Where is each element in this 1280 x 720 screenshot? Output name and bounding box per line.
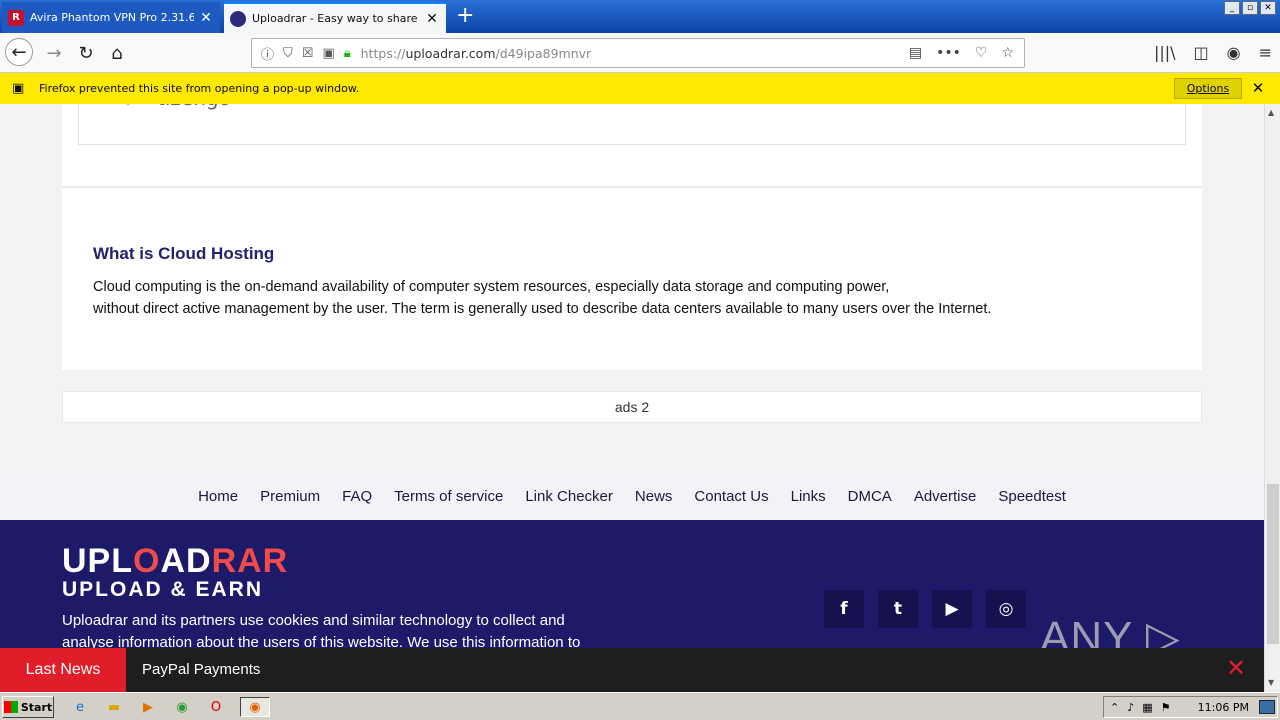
minimize-button[interactable]: _	[1224, 1, 1240, 15]
popup-blocked-icon[interactable]: ▣	[322, 46, 334, 61]
ticker-item[interactable]: PayPal Payments	[142, 661, 260, 678]
menu-link-speedtest[interactable]: Speedtest	[998, 488, 1066, 505]
youtube-icon[interactable]: ▶	[932, 590, 972, 628]
news-ticker: Last News PayPal Payments ✕	[0, 648, 1264, 692]
lock-icon: 🔒︎	[343, 45, 351, 61]
menu-icon[interactable]: ≡	[1259, 43, 1272, 62]
home-button[interactable]: ⌂	[103, 39, 131, 67]
scroll-thumb[interactable]	[1267, 484, 1279, 644]
new-tab-button[interactable]: +	[456, 4, 474, 28]
menu-link-links[interactable]: Links	[791, 488, 826, 505]
close-ticker-icon[interactable]: ✕	[1226, 654, 1246, 682]
page-actions-icon[interactable]: •••	[936, 45, 961, 61]
maximize-button[interactable]: ▫	[1242, 1, 1258, 15]
media-player-icon[interactable]: ▶	[138, 697, 158, 717]
windows-taskbar: Start e ▬ ▶ ◉ O ◉ ⌃ ♪ ▦ ⚑ 11:06 PM	[0, 692, 1280, 720]
menu-link-premium[interactable]: Premium	[260, 488, 320, 505]
facebook-icon[interactable]: f	[824, 590, 864, 628]
page-viewport: ✷ tizengo tizengo What is Cloud Hosting …	[0, 104, 1264, 692]
tray-expand-icon[interactable]: ⌃	[1110, 701, 1119, 714]
scroll-up-icon[interactable]: ▲	[1268, 108, 1274, 117]
ticker-label: Last News	[0, 648, 126, 692]
popup-blocked-icon: ▣	[12, 81, 25, 96]
pocket-icon[interactable]: ♡	[975, 45, 988, 61]
tab-uploadrar[interactable]: Uploadrar - Easy way to share yo ✕	[224, 2, 446, 33]
section-title: What is Cloud Hosting	[93, 244, 275, 263]
partner-card: ✷ tizengo tizengo	[62, 104, 1202, 186]
account-icon[interactable]: ◉	[1227, 43, 1241, 62]
back-button[interactable]: ←	[5, 38, 33, 66]
brand-logo[interactable]: UPLOADRAR	[62, 542, 288, 581]
partner-logo-large[interactable]: tizengo	[157, 104, 231, 110]
tab-title: Avira Phantom VPN Pro 2.31.6.20	[30, 11, 194, 24]
partner-logo-small[interactable]: ✷ tizengo	[93, 104, 137, 106]
library-icon[interactable]: |||\	[1154, 43, 1176, 62]
info-icon[interactable]: ⓘ	[261, 44, 274, 63]
url-text[interactable]: https://uploadrar.com/d49ipa89mnvr	[361, 46, 909, 61]
twitter-icon[interactable]: t	[878, 590, 918, 628]
tab-bar: R Avira Phantom VPN Pro 2.31.6.20 ✕ Uplo…	[0, 0, 1280, 33]
reader-view-icon[interactable]: ▤	[909, 45, 922, 61]
menu-link-faq[interactable]: FAQ	[342, 488, 372, 505]
options-button[interactable]: Options	[1174, 78, 1242, 99]
ie-icon[interactable]: e	[70, 697, 90, 717]
close-tab-icon[interactable]: ✕	[198, 10, 214, 26]
firefox-icon[interactable]: ◉	[240, 697, 270, 717]
system-tray: ⌃ ♪ ▦ ⚑ 11:06 PM	[1103, 696, 1278, 718]
start-button[interactable]: Start	[2, 696, 54, 718]
ads-slot[interactable]: ads 2	[62, 391, 1202, 423]
show-desktop-icon[interactable]	[1259, 700, 1275, 714]
nav-bar: ← → ↻ ⌂ ⓘ ⛉ ☒ ▣ 🔒︎ https://uploadrar.com…	[0, 33, 1280, 73]
bookmark-star-icon[interactable]: ☆	[1001, 45, 1014, 61]
explorer-icon[interactable]: ▬	[104, 697, 124, 717]
avira-icon: R	[8, 9, 24, 26]
tracking-shield-icon[interactable]: ⛉	[283, 46, 293, 61]
permissions-icon[interactable]: ☒	[302, 46, 314, 61]
tab-avira[interactable]: R Avira Phantom VPN Pro 2.31.6.20 ✕	[2, 2, 220, 33]
instagram-icon[interactable]: ◎	[986, 590, 1026, 628]
window-controls: _ ▫ ✕	[1224, 1, 1276, 15]
action-center-flag-icon[interactable]: ⚑	[1161, 701, 1171, 714]
menu-link-home[interactable]: Home	[198, 488, 238, 505]
windows-flag-icon	[3, 701, 18, 713]
scroll-down-icon[interactable]: ▼	[1268, 678, 1274, 687]
network-icon[interactable]: ▦	[1142, 701, 1152, 714]
notification-text: Firefox prevented this site from opening…	[39, 82, 360, 95]
forward-button[interactable]: →	[40, 39, 68, 67]
menu-link-dmca[interactable]: DMCA	[848, 488, 892, 505]
clock[interactable]: 11:06 PM	[1198, 701, 1249, 714]
footer-menu: Home Premium FAQ Terms of service Link C…	[0, 473, 1264, 520]
section-text: Cloud computing is the on-demand availab…	[93, 279, 992, 317]
browser-window: { "tabs": [ {"title": "Avira Phantom VPN…	[0, 0, 1280, 720]
brand-tagline: UPLOAD & EARN	[62, 578, 264, 601]
menu-link-contact[interactable]: Contact Us	[694, 488, 768, 505]
sidebar-icon[interactable]: ◫	[1194, 43, 1209, 62]
partner-logo-box: ✷ tizengo tizengo	[78, 104, 1186, 145]
social-links: f t ▶ ◎	[824, 590, 1026, 628]
menu-link-advertise[interactable]: Advertise	[914, 488, 977, 505]
menu-link-link-checker[interactable]: Link Checker	[525, 488, 613, 505]
opera-icon[interactable]: O	[206, 697, 226, 717]
popup-notification-bar: ▣ Firefox prevented this site from openi…	[0, 73, 1280, 104]
reload-button[interactable]: ↻	[72, 39, 100, 67]
close-tab-icon[interactable]: ✕	[424, 11, 440, 27]
info-card: What is Cloud Hosting Cloud computing is…	[62, 186, 1202, 370]
vertical-scrollbar[interactable]: ▲ ▼	[1264, 104, 1280, 692]
menu-link-terms[interactable]: Terms of service	[394, 488, 503, 505]
close-notification-icon[interactable]: ✕	[1250, 79, 1266, 97]
volume-icon[interactable]: ♪	[1127, 701, 1134, 714]
uploadrar-icon	[230, 10, 246, 27]
address-bar[interactable]: ⓘ ⛉ ☒ ▣ 🔒︎ https://uploadrar.com/d49ipa8…	[251, 38, 1025, 68]
chrome-icon[interactable]: ◉	[172, 697, 192, 717]
tab-title: Uploadrar - Easy way to share yo	[252, 12, 420, 25]
menu-link-news[interactable]: News	[635, 488, 673, 505]
close-window-button[interactable]: ✕	[1260, 1, 1276, 15]
